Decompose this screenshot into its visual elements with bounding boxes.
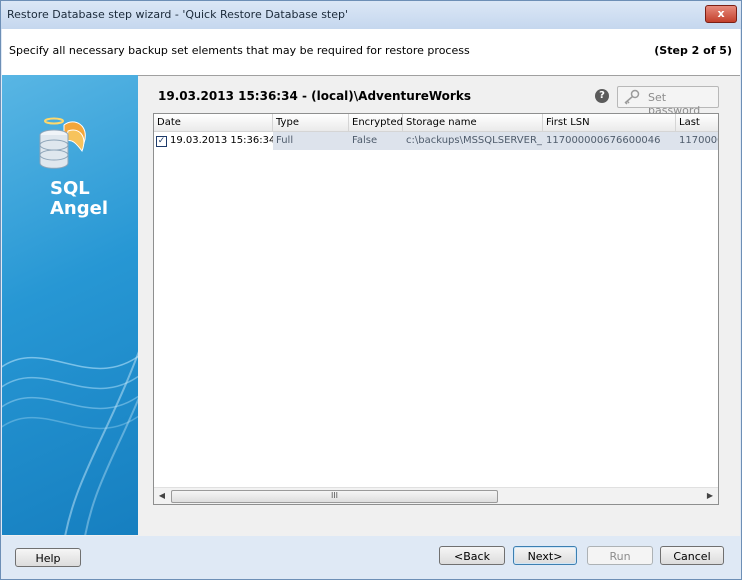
horizontal-scrollbar[interactable]: ◀ III ▶ — [154, 487, 718, 504]
cell-type: Full — [273, 132, 349, 150]
next-button[interactable]: Next> — [513, 546, 577, 565]
cell-first-lsn: 117000000676600046 — [543, 132, 676, 150]
cell-storage-name: c:\backups\MSSQLSERVER_... — [403, 132, 543, 150]
brand-name-line1: SQL — [50, 178, 90, 199]
column-header-storage-name[interactable]: Storage name — [403, 114, 543, 131]
help-button[interactable]: Help — [15, 548, 81, 567]
scroll-right-icon[interactable]: ▶ — [702, 488, 718, 504]
grid-header: Date Type Encrypted Storage name First L… — [154, 114, 718, 145]
sidebar-banner: SQL Angel — [2, 75, 138, 535]
cell-encrypted: False — [349, 132, 403, 150]
cancel-button[interactable]: Cancel — [660, 546, 724, 565]
table-row[interactable]: ✓ 19.03.2013 15:36:34 Full False c:\back… — [154, 132, 718, 150]
cell-last-lsn: 11700000 — [676, 132, 718, 150]
column-header-type[interactable]: Type — [273, 114, 349, 131]
help-icon[interactable]: ? — [595, 89, 609, 103]
backup-elements-grid[interactable]: Date Type Encrypted Storage name First L… — [153, 113, 719, 505]
scrollbar-thumb[interactable]: III — [171, 490, 498, 503]
column-header-encrypted[interactable]: Encrypted — [349, 114, 403, 131]
backup-set-title: 19.03.2013 15:36:34 - (local)\AdventureW… — [158, 89, 471, 103]
run-button[interactable]: Run — [587, 546, 653, 565]
row-checkbox[interactable]: ✓ — [156, 136, 167, 147]
wizard-header: Specify all necessary backup set element… — [2, 29, 740, 76]
cell-date: ✓ 19.03.2013 15:36:34 — [154, 132, 273, 150]
window-title: Restore Database step wizard - 'Quick Re… — [7, 8, 349, 21]
key-icon — [624, 89, 640, 105]
cell-date-text: 19.03.2013 15:36:34 — [170, 135, 273, 146]
column-header-last-lsn[interactable]: Last LSN — [676, 114, 718, 145]
brand-name-line2: Angel — [50, 198, 109, 219]
step-instruction: Specify all necessary backup set element… — [9, 44, 470, 57]
scroll-left-icon[interactable]: ◀ — [154, 488, 170, 504]
step-indicator: (Step 2 of 5) — [654, 44, 732, 57]
column-header-first-lsn[interactable]: First LSN — [543, 114, 676, 131]
title-bar[interactable]: Restore Database step wizard - 'Quick Re… — [1, 1, 741, 29]
back-button[interactable]: <Back — [439, 546, 505, 565]
set-password-button[interactable]: Set password — [617, 86, 719, 117]
angel-database-logo-icon — [39, 117, 86, 169]
close-button[interactable]: x — [705, 5, 737, 23]
column-header-date[interactable]: Date — [154, 114, 273, 131]
